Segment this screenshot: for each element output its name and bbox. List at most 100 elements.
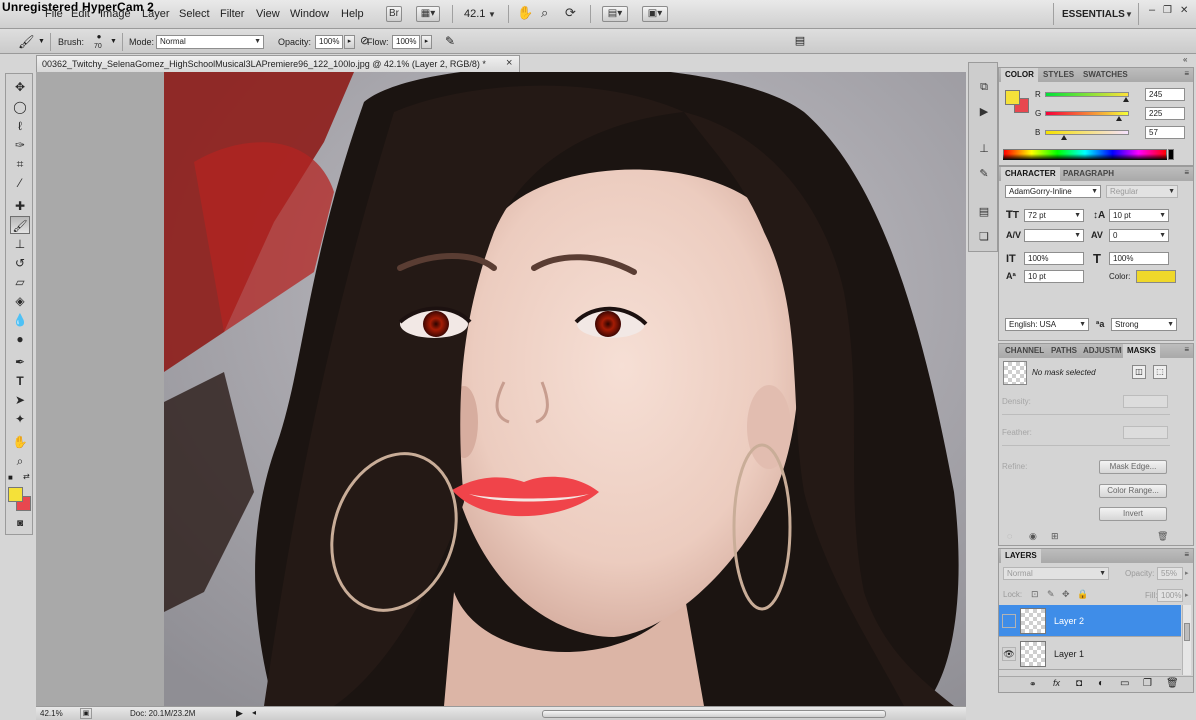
airbrush-icon[interactable]: ✎	[441, 33, 459, 49]
layers-scrollbar-thumb[interactable]	[1184, 623, 1190, 641]
zoom-tool-icon[interactable]: ⌕	[10, 452, 30, 470]
collapse-panels-icon[interactable]: «	[1183, 55, 1187, 64]
opacity-arrow-icon[interactable]: ▸	[1185, 569, 1189, 577]
bridge-icon[interactable]: Br	[386, 6, 402, 22]
kerning-input[interactable]: ▼	[1024, 229, 1084, 242]
green-value-input[interactable]: 225	[1145, 107, 1185, 120]
window-close-icon[interactable]: ✕	[1180, 5, 1188, 16]
panel-menu-icon[interactable]: ≡	[1184, 69, 1189, 78]
fill-input[interactable]: 100%	[1157, 589, 1183, 602]
delete-mask-icon[interactable]: 🗑	[1157, 531, 1168, 542]
blur-tool-icon[interactable]: 💧	[10, 311, 30, 329]
add-mask-icon[interactable]: ◘	[1076, 678, 1082, 689]
tab-paths[interactable]: PATHS	[1047, 344, 1081, 358]
swap-colors-icon[interactable]: ⇄	[23, 472, 30, 481]
path-selection-tool-icon[interactable]: ➤	[10, 391, 30, 409]
tab-paragraph[interactable]: PARAGRAPH	[1059, 167, 1118, 181]
actions-icon[interactable]: ▶	[975, 104, 993, 120]
adjustment-layer-icon[interactable]: ◐	[1098, 678, 1104, 689]
menu-help[interactable]: Help	[341, 8, 364, 20]
dodge-tool-icon[interactable]: ●	[10, 330, 30, 348]
eyedropper-tool-icon[interactable]: ⁄	[10, 174, 30, 192]
brush-panel-toggle-icon[interactable]: ▤	[792, 34, 808, 49]
screen-mode-icon[interactable]: ▣▾	[642, 6, 668, 22]
anti-alias-select[interactable]: Strong ▼	[1111, 318, 1177, 331]
workspace-switcher[interactable]: ESSENTIALS	[1062, 9, 1125, 20]
tab-channels[interactable]: CHANNEL	[1001, 344, 1048, 358]
foreground-color-swatch[interactable]	[8, 487, 23, 502]
black-swatch[interactable]	[1168, 149, 1174, 160]
brush-tool-preset-icon[interactable]: 🖌	[18, 34, 36, 50]
layer-style-icon[interactable]: fx	[1053, 678, 1060, 688]
notes-icon[interactable]: ▤	[975, 204, 993, 220]
move-tool-icon[interactable]: ✥	[10, 78, 30, 96]
layer-row-layer-1[interactable]: 👁 Layer 1	[999, 638, 1181, 670]
leading-input[interactable]: 10 pt ▼	[1109, 209, 1169, 222]
brush-tool-icon[interactable]: 🖌	[10, 216, 30, 234]
lock-transparency-icon[interactable]: ⊡	[1031, 589, 1039, 600]
marquee-tool-icon[interactable]: ◯	[10, 98, 30, 116]
blue-value-input[interactable]: 57	[1145, 126, 1185, 139]
tab-styles[interactable]: STYLES	[1039, 68, 1078, 82]
green-slider-knob[interactable]	[1116, 116, 1123, 121]
delete-layer-icon[interactable]: 🗑	[1166, 678, 1179, 689]
new-group-icon[interactable]: ▭	[1120, 678, 1129, 689]
menu-view[interactable]: View	[256, 8, 280, 20]
new-layer-icon[interactable]: ❐	[1143, 678, 1152, 689]
menu-edit[interactable]: Edit	[71, 8, 90, 20]
text-color-swatch[interactable]	[1136, 270, 1176, 283]
rotate-view-icon[interactable]: ⟳	[565, 5, 576, 21]
fill-arrow-icon[interactable]: ▸	[1185, 591, 1189, 599]
apply-mask-visibility-icon[interactable]: ◉	[1029, 531, 1037, 542]
hand-tool-icon[interactable]: ✋	[517, 5, 533, 21]
zoom-dropdown-icon[interactable]: ▼	[488, 10, 496, 19]
tab-character[interactable]: CHARACTER	[1001, 167, 1060, 181]
quick-select-tool-icon[interactable]: ✑	[10, 136, 30, 154]
tracking-input[interactable]: 0 ▼	[1109, 229, 1169, 242]
brush-picker-dropdown-icon[interactable]: ▼	[110, 38, 117, 45]
menu-select[interactable]: Select	[179, 8, 210, 20]
layer-opacity-input[interactable]: 55%	[1157, 567, 1183, 580]
font-style-select[interactable]: Regular ▼	[1106, 185, 1178, 198]
opacity-input[interactable]: 100%	[315, 35, 343, 49]
menu-file[interactable]: File	[45, 8, 63, 20]
lock-all-icon[interactable]: 🔒	[1077, 589, 1088, 600]
shape-tool-icon[interactable]: ✦	[10, 410, 30, 428]
panel-menu-icon[interactable]: ≡	[1184, 168, 1189, 177]
font-size-input[interactable]: 72 pt ▼	[1024, 209, 1084, 222]
blue-slider[interactable]	[1045, 130, 1129, 135]
layer-name[interactable]: Layer 1	[1054, 649, 1084, 659]
healing-brush-tool-icon[interactable]: ✚	[10, 197, 30, 215]
history-icon[interactable]: ❏	[975, 229, 993, 245]
pen-tool-icon[interactable]: ✒	[10, 353, 30, 371]
panel-menu-icon[interactable]: ≡	[1184, 550, 1189, 559]
document-tab[interactable]: 00362_Twitchy_SelenaGomez_HighSchoolMusi…	[36, 55, 520, 72]
mask-view-icon[interactable]: ⊞	[1051, 531, 1059, 542]
mode-select[interactable]: Normal ▼	[156, 35, 264, 49]
status-zoom[interactable]: 42.1%	[40, 709, 63, 718]
layer-row-layer-2[interactable]: Layer 2	[999, 605, 1181, 637]
layer-visibility-toggle[interactable]	[1002, 614, 1016, 628]
menu-filter[interactable]: Filter	[220, 8, 244, 20]
history-brush-tool-icon[interactable]: ↺	[10, 254, 30, 272]
photo-canvas[interactable]	[164, 72, 966, 706]
tab-layers[interactable]: LAYERS	[1001, 549, 1041, 563]
arrange-documents-icon[interactable]: ▤▾	[602, 6, 628, 22]
vertical-scale-input[interactable]: 100%	[1024, 252, 1084, 265]
flow-slider-button[interactable]: ▸	[421, 35, 432, 49]
lasso-tool-icon[interactable]: ℓ	[10, 117, 30, 135]
red-value-input[interactable]: 245	[1145, 88, 1185, 101]
menu-layer[interactable]: Layer	[142, 8, 170, 20]
tab-swatches[interactable]: SWATCHES	[1079, 68, 1132, 82]
workspace-dropdown-icon[interactable]: ▼	[1125, 10, 1133, 19]
lock-pixels-icon[interactable]: ✎	[1047, 589, 1055, 600]
tab-color[interactable]: COLOR	[1001, 68, 1038, 82]
layer-name[interactable]: Layer 2	[1054, 616, 1084, 626]
zoom-tool-icon[interactable]: ⌕	[541, 5, 548, 21]
opacity-slider-button[interactable]: ▸	[344, 35, 355, 49]
menu-image[interactable]: Image	[100, 8, 131, 20]
mask-edge-button[interactable]: Mask Edge...	[1099, 460, 1167, 474]
color-range-button[interactable]: Color Range...	[1099, 484, 1167, 498]
status-menu-arrow-icon[interactable]: ▶	[236, 708, 243, 719]
blue-slider-knob[interactable]	[1060, 135, 1067, 140]
